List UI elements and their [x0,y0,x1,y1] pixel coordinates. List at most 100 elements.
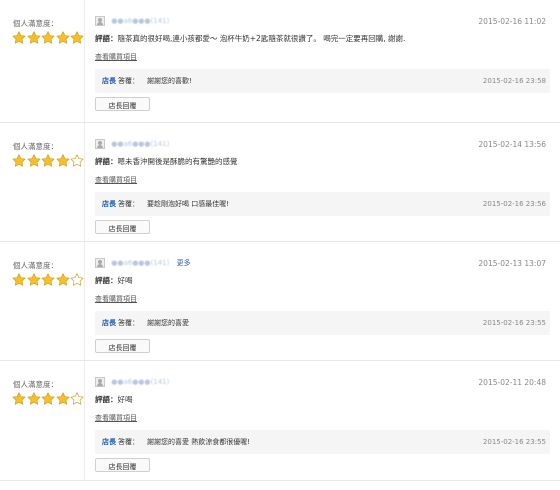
review-body: ●●a6●●●(141) 2015-02-11 20:48 評語：好喝 查看購買… [95,361,560,480]
review-item: 個人滿意度： ●●a6●●●(141) 更多 2015-02-13 13:07 … [0,242,560,361]
star-filled-icon [56,273,70,286]
reply-text: 謝謝您的喜愛 [147,319,189,327]
reply-date: 2015-02-16 23:56 [482,200,546,208]
comment-label: 評語： [95,276,118,285]
star-rating [12,154,85,168]
star-filled-icon [12,392,26,405]
review-item: 個人滿意度： ●●a6●●●(141) 2015-02-16 11:02 評語：… [0,0,560,123]
review-date: 2015-02-11 20:48 [478,378,546,387]
star-rating [12,392,85,406]
comment-text: 好喝 [117,395,133,404]
review-body: ●●a6●●●(141) 2015-02-16 11:02 評語：隨茶真的很好喝… [95,0,560,122]
avatar-icon [95,258,105,268]
star-empty-icon [70,154,84,167]
reply-line: 店長 答覆： 謝謝您的喜歡! [102,76,192,86]
star-filled-icon [12,273,26,286]
owner-reply: 店長 答覆： 謝謝您的喜歡! 2015-02-16 23:58 [95,69,550,93]
comment: 評語：嗯未香沖開後是酥脆的有驚艷的感覺 [95,156,238,167]
rating-column: 個人滿意度： [0,0,85,122]
satisfaction-label: 個人滿意度： [13,261,58,270]
reply-line: 店長 答覆： 謝謝您的喜愛 熱飲涼食都很優喔! [102,437,250,447]
comment: 評語：好喝 [95,394,133,405]
star-filled-icon [27,154,41,167]
reply-text: 謝謝您的喜愛 熱飲涼食都很優喔! [147,438,251,446]
comment-label: 評語： [95,34,118,43]
user-row: ●●a6●●●(141) 更多 [95,258,191,270]
comment-text: 好喝 [117,276,133,285]
star-filled-icon [41,392,55,405]
star-filled-icon [56,31,70,44]
reply-text: 要趁剛泡好喝 口感最佳喔! [147,200,230,208]
user-row: ●●a6●●●(141) [95,377,174,389]
comment-text: 嗯未香沖開後是酥脆的有驚艷的感覺 [117,157,238,166]
reply-label: 答覆： [118,319,139,327]
username[interactable]: ●●a6●●●(141) [111,17,169,25]
review-date: 2015-02-16 11:02 [478,17,546,26]
review-body: ●●a6●●●(141) 更多 2015-02-13 13:07 評語：好喝 查… [95,242,560,360]
star-rating [12,31,85,45]
star-filled-icon [27,392,41,405]
view-purchase-link[interactable]: 查看購買項目 [95,52,137,62]
star-filled-icon [56,154,70,167]
owner-reply-button[interactable]: 店長回覆 [95,220,150,234]
rating-column: 個人滿意度： [0,361,85,480]
review-body: ●●a6●●●(141) 2015-02-14 13:56 評語：嗯未香沖開後是… [95,123,560,241]
star-filled-icon [41,31,55,44]
comment-label: 評語： [95,157,118,166]
user-row: ●●a6●●●(141) [95,16,174,28]
comment-label: 評語： [95,395,118,404]
reply-date: 2015-02-16 23:55 [482,319,546,327]
rating-column: 個人滿意度： [0,242,85,360]
star-filled-icon [56,392,70,405]
reply-text: 謝謝您的喜歡! [147,77,192,85]
more-link[interactable]: 更多 [177,259,191,267]
star-filled-icon [70,31,84,44]
owner-reply: 店長 答覆： 要趁剛泡好喝 口感最佳喔! 2015-02-16 23:56 [95,192,550,216]
satisfaction-label: 個人滿意度： [13,380,58,389]
user-row: ●●a6●●●(141) [95,139,174,151]
star-filled-icon [27,273,41,286]
comment: 評語：好喝 [95,275,133,286]
username[interactable]: ●●a6●●●(141) [111,259,169,267]
owner-name: 店長 [102,319,116,327]
satisfaction-label: 個人滿意度： [13,19,58,28]
reply-label: 答覆： [118,438,139,446]
rating-column: 個人滿意度： [0,123,85,241]
star-empty-icon [70,273,84,286]
star-filled-icon [27,31,41,44]
owner-reply-button[interactable]: 店長回覆 [95,458,150,472]
reply-line: 店長 答覆： 謝謝您的喜愛 [102,318,189,328]
owner-name: 店長 [102,438,116,446]
owner-reply: 店長 答覆： 謝謝您的喜愛 2015-02-16 23:55 [95,311,550,335]
reply-label: 答覆： [118,77,139,85]
review-item: 個人滿意度： ●●a6●●●(141) 2015-02-14 13:56 評語：… [0,123,560,242]
comment: 評語：隨茶真的很好喝,連小孩都愛～ 泡杯牛奶+2匙隨茶就很讚了。 喝完一定要再回… [95,33,405,44]
owner-name: 店長 [102,77,116,85]
satisfaction-label: 個人滿意度： [13,142,58,151]
star-filled-icon [12,31,26,44]
owner-reply: 店長 答覆： 謝謝您的喜愛 熱飲涼食都很優喔! 2015-02-16 23:55 [95,430,550,454]
reply-line: 店長 答覆： 要趁剛泡好喝 口感最佳喔! [102,199,229,209]
reply-date: 2015-02-16 23:58 [482,77,546,85]
star-empty-icon [70,392,84,405]
owner-reply-button[interactable]: 店長回覆 [95,339,150,353]
star-filled-icon [41,273,55,286]
star-rating [12,273,85,287]
star-filled-icon [12,154,26,167]
owner-name: 店長 [102,200,116,208]
review-date: 2015-02-14 13:56 [478,140,546,149]
comment-text: 隨茶真的很好喝,連小孩都愛～ 泡杯牛奶+2匙隨茶就很讚了。 喝完一定要再回購, … [117,34,406,43]
view-purchase-link[interactable]: 查看購買項目 [95,175,137,185]
owner-reply-button[interactable]: 店長回覆 [95,97,150,111]
avatar-icon [95,139,105,149]
avatar-icon [95,16,105,26]
review-item: 個人滿意度： ●●a6●●●(141) 2015-02-11 20:48 評語：… [0,361,560,481]
reply-label: 答覆： [118,200,139,208]
username[interactable]: ●●a6●●●(141) [111,140,169,148]
review-date: 2015-02-13 13:07 [478,259,546,268]
view-purchase-link[interactable]: 查看購買項目 [95,413,137,423]
view-purchase-link[interactable]: 查看購買項目 [95,294,137,304]
username[interactable]: ●●a6●●●(141) [111,378,169,386]
avatar-icon [95,377,105,387]
reply-date: 2015-02-16 23:55 [482,438,546,446]
